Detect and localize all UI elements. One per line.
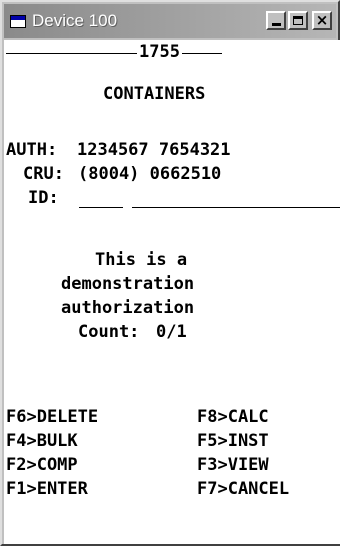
f7-cancel-key[interactable]: F7>CANCEL bbox=[197, 479, 289, 499]
message-line-2: demonstration bbox=[61, 274, 195, 294]
maximize-button[interactable] bbox=[288, 11, 308, 30]
page-title: CONTAINERS bbox=[103, 84, 206, 104]
terminal-screen: 1755 CONTAINERS AUTH: 1234567 7654321 CR… bbox=[4, 40, 340, 544]
id-field-1[interactable] bbox=[79, 207, 123, 208]
window-title: Device 100 bbox=[32, 11, 118, 30]
id-label: ID: bbox=[28, 188, 59, 208]
close-icon: × bbox=[315, 11, 329, 29]
f1-enter-key[interactable]: F1>ENTER bbox=[6, 479, 88, 499]
maximize-icon bbox=[293, 16, 303, 25]
screen-number: 1755 bbox=[139, 42, 180, 62]
f2-comp-key[interactable]: F2>COMP bbox=[6, 455, 78, 475]
window-app-icon[interactable] bbox=[10, 14, 26, 28]
header-rule-left bbox=[6, 53, 137, 54]
f3-view-key[interactable]: F3>VIEW bbox=[197, 455, 269, 475]
minimize-icon bbox=[271, 23, 281, 26]
f6-delete-key[interactable]: F6>DELETE bbox=[6, 407, 98, 427]
count-label: Count: bbox=[78, 322, 140, 342]
count-value: 0/1 bbox=[156, 322, 187, 342]
header-rule-right bbox=[182, 53, 222, 54]
cru-label: CRU: bbox=[23, 164, 64, 184]
auth-value: 1234567 7654321 bbox=[77, 140, 231, 160]
minimize-button[interactable] bbox=[266, 11, 286, 30]
f4-bulk-key[interactable]: F4>BULK bbox=[6, 431, 78, 451]
title-bar[interactable]: Device 100 × bbox=[4, 4, 336, 38]
cru-value: (8004) 0662510 bbox=[78, 164, 222, 184]
message-line-3: authorization bbox=[61, 298, 195, 318]
close-button[interactable]: × bbox=[312, 11, 332, 30]
message-line-1: This is a bbox=[95, 250, 188, 270]
device-window: Device 100 × 1755 CONTAINERS AUTH: 12345… bbox=[0, 0, 340, 546]
auth-label: AUTH: bbox=[6, 140, 58, 160]
f5-inst-key[interactable]: F5>INST bbox=[197, 431, 269, 451]
f8-calc-key[interactable]: F8>CALC bbox=[197, 407, 269, 427]
id-field-2[interactable] bbox=[132, 207, 340, 208]
